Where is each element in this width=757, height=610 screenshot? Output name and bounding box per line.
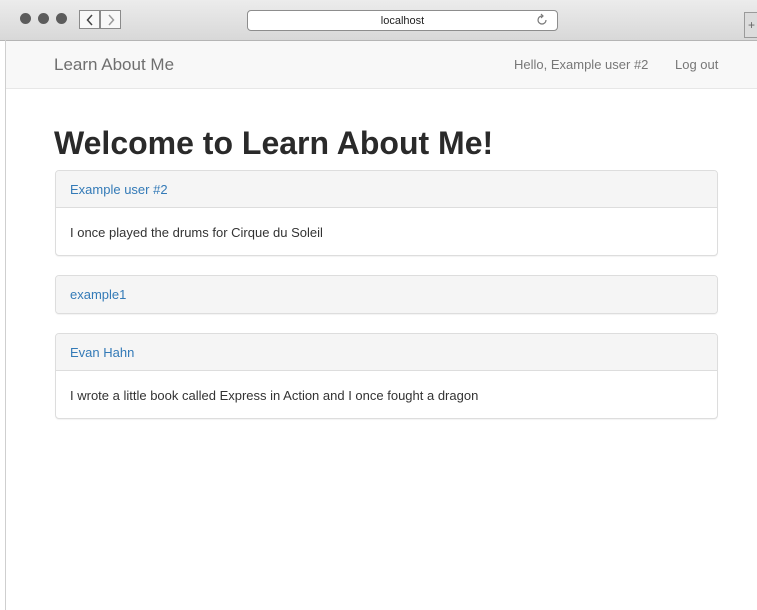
user-panel: Example user #2 I once played the drums … bbox=[55, 170, 718, 256]
maximize-window-icon[interactable] bbox=[56, 13, 67, 24]
user-bio: I wrote a little book called Express in … bbox=[70, 388, 479, 403]
plus-icon: + bbox=[748, 18, 756, 32]
forward-button[interactable] bbox=[100, 10, 121, 29]
reload-icon[interactable] bbox=[535, 13, 549, 27]
browser-toolbar: localhost + bbox=[0, 0, 757, 41]
chevron-right-icon bbox=[107, 13, 115, 26]
user-panel: example1 bbox=[55, 275, 718, 314]
minimize-window-icon[interactable] bbox=[38, 13, 49, 24]
close-window-icon[interactable] bbox=[20, 13, 31, 24]
user-panel-heading: Example user #2 bbox=[56, 171, 717, 208]
url-text: localhost bbox=[380, 14, 425, 27]
chevron-left-icon bbox=[85, 13, 93, 26]
page-title: Welcome to Learn About Me! bbox=[54, 125, 494, 161]
site-navbar: Learn About Me Hello, Example user #2 Lo… bbox=[6, 41, 757, 89]
user-name-link[interactable]: example1 bbox=[70, 287, 126, 302]
window-edge bbox=[5, 40, 6, 610]
logout-link[interactable]: Log out bbox=[675, 57, 718, 72]
user-name-link[interactable]: Example user #2 bbox=[70, 182, 168, 197]
user-panel-heading: Evan Hahn bbox=[56, 334, 717, 371]
new-tab-button[interactable]: + bbox=[744, 12, 757, 38]
user-panel: Evan Hahn I wrote a little book called E… bbox=[55, 333, 718, 419]
address-bar[interactable]: localhost bbox=[247, 10, 558, 31]
user-panel-heading: example1 bbox=[56, 276, 717, 313]
user-greeting[interactable]: Hello, Example user #2 bbox=[514, 57, 648, 72]
back-button[interactable] bbox=[79, 10, 100, 29]
user-name-link[interactable]: Evan Hahn bbox=[70, 345, 134, 360]
user-bio: I once played the drums for Cirque du So… bbox=[70, 225, 323, 240]
brand-link[interactable]: Learn About Me bbox=[54, 55, 174, 75]
